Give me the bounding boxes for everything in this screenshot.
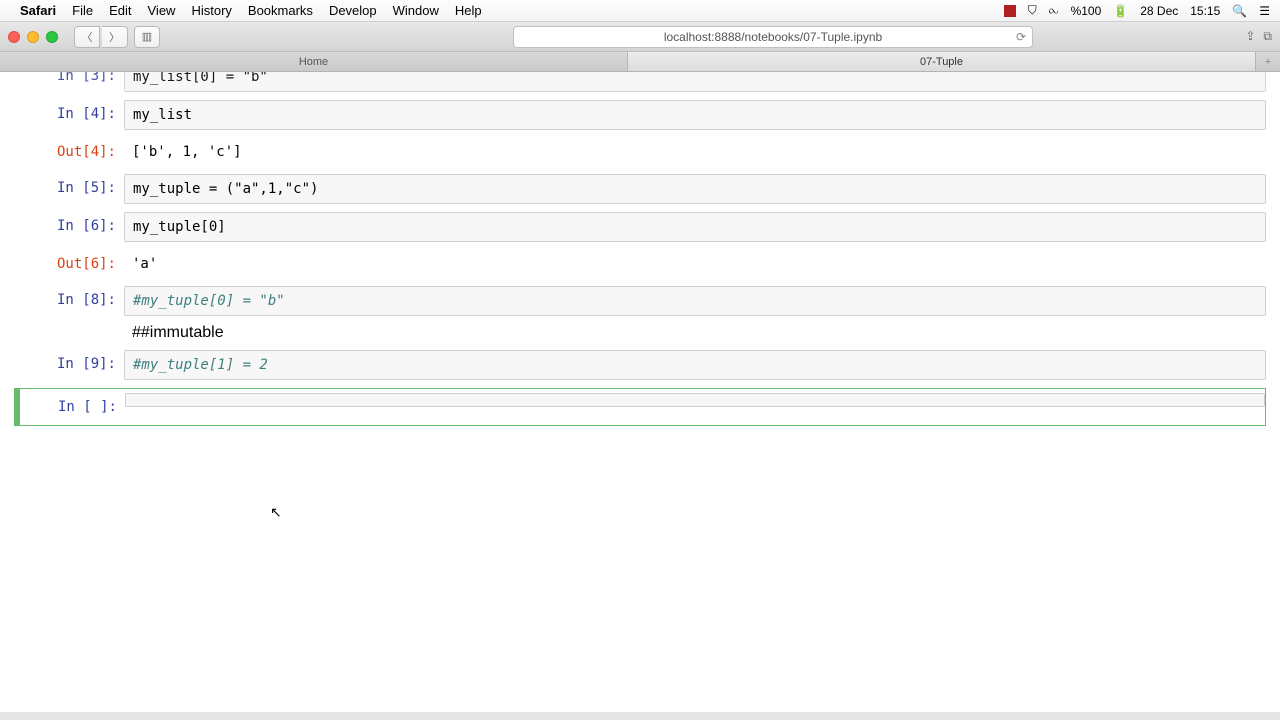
tabs-icon[interactable]: ⧉ (1263, 29, 1272, 44)
sidebar-button[interactable]: ▥ (134, 26, 160, 48)
markdown-cell[interactable]: ##immutable (14, 324, 1266, 342)
menu-file[interactable]: File (72, 3, 93, 18)
output-prompt: Out[6]: (14, 250, 124, 278)
input-prompt: In [3]: (14, 72, 124, 90)
cell-row[interactable]: In [4]: my_list (14, 100, 1266, 130)
code-cell[interactable]: my_list[0] = "b" (124, 72, 1266, 92)
tab-home[interactable]: Home (0, 52, 628, 71)
reload-icon[interactable]: ⟳ (1016, 30, 1026, 44)
input-prompt: In [4]: (14, 100, 124, 128)
cell-row[interactable]: In [5]: my_tuple = ("a",1,"c") (14, 174, 1266, 204)
back-button[interactable]: 〈 (74, 26, 100, 48)
code-cell[interactable] (125, 393, 1265, 407)
code-cell[interactable]: #my_tuple[0] = "b" (124, 286, 1266, 316)
input-prompt: In [5]: (14, 174, 124, 202)
address-url: localhost:8888/notebooks/07-Tuple.ipynb (664, 30, 882, 44)
notebook-container[interactable]: In [3]: my_list[0] = "b" In [4]: my_list… (0, 72, 1280, 710)
window-minimize-button[interactable] (27, 31, 39, 43)
code-cell[interactable]: my_tuple[0] (124, 212, 1266, 242)
window-maximize-button[interactable] (46, 31, 58, 43)
browser-tab-bar: Home 07-Tuple + (0, 52, 1280, 72)
nav-buttons: 〈 〉 (74, 26, 128, 48)
code-cell[interactable]: my_tuple = ("a",1,"c") (124, 174, 1266, 204)
menubar-time: 15:15 (1190, 4, 1220, 18)
window-controls (8, 31, 58, 43)
code-cell[interactable]: #my_tuple[1] = 2 (124, 350, 1266, 380)
input-prompt: In [9]: (14, 350, 124, 378)
battery-percent: %100 (1071, 4, 1102, 18)
output-prompt: Out[4]: (14, 138, 124, 166)
cell-row[interactable]: In [3]: my_list[0] = "b" (14, 72, 1266, 92)
shield-icon[interactable]: ⛉ (1028, 3, 1037, 18)
menubar-date: 28 Dec (1140, 4, 1178, 18)
output-text: 'a' (124, 250, 1266, 278)
input-prompt: In [8]: (14, 286, 124, 314)
dock-shadow (0, 712, 1280, 720)
cell-row-active[interactable]: In [ ]: (14, 388, 1266, 426)
new-tab-button[interactable]: + (1256, 52, 1280, 71)
output-text: ['b', 1, 'c'] (124, 138, 1266, 166)
notification-center-icon[interactable]: ☰ (1259, 4, 1270, 18)
macos-menubar: Safari File Edit View History Bookmarks … (0, 0, 1280, 22)
browser-toolbar: 〈 〉 ▥ localhost:8888/notebooks/07-Tuple.… (0, 22, 1280, 52)
input-prompt: In [6]: (14, 212, 124, 240)
cell-row[interactable]: In [6]: my_tuple[0] (14, 212, 1266, 242)
menu-help[interactable]: Help (455, 3, 482, 18)
menu-history[interactable]: History (191, 3, 231, 18)
battery-icon[interactable]: 🔋 (1113, 4, 1128, 18)
code-cell[interactable]: my_list (124, 100, 1266, 130)
cell-row[interactable]: In [8]: #my_tuple[0] = "b" (14, 286, 1266, 316)
menu-edit[interactable]: Edit (109, 3, 131, 18)
forward-button[interactable]: 〉 (102, 26, 128, 48)
tab-label: Home (299, 56, 328, 68)
menu-view[interactable]: View (148, 3, 176, 18)
mouse-cursor-icon: ↖ (270, 504, 282, 521)
markdown-content: ##immutable (132, 324, 224, 341)
output-row: Out[4]: ['b', 1, 'c'] (14, 138, 1266, 166)
window-close-button[interactable] (8, 31, 20, 43)
app-menu[interactable]: Safari (20, 3, 56, 18)
recording-indicator-icon[interactable] (1004, 5, 1016, 17)
cell-row[interactable]: In [9]: #my_tuple[1] = 2 (14, 350, 1266, 380)
input-prompt: In [ ]: (15, 393, 125, 421)
address-bar[interactable]: localhost:8888/notebooks/07-Tuple.ipynb … (513, 26, 1033, 48)
spotlight-icon[interactable]: 🔍 (1232, 4, 1247, 18)
menu-window[interactable]: Window (393, 3, 439, 18)
menu-bookmarks[interactable]: Bookmarks (248, 3, 313, 18)
wifi-icon[interactable]: ⧜ (1049, 3, 1059, 18)
menu-develop[interactable]: Develop (329, 3, 377, 18)
tab-notebook[interactable]: 07-Tuple (628, 52, 1256, 71)
share-icon[interactable]: ⇪ (1245, 29, 1255, 44)
output-row: Out[6]: 'a' (14, 250, 1266, 278)
tab-label: 07-Tuple (920, 56, 963, 68)
